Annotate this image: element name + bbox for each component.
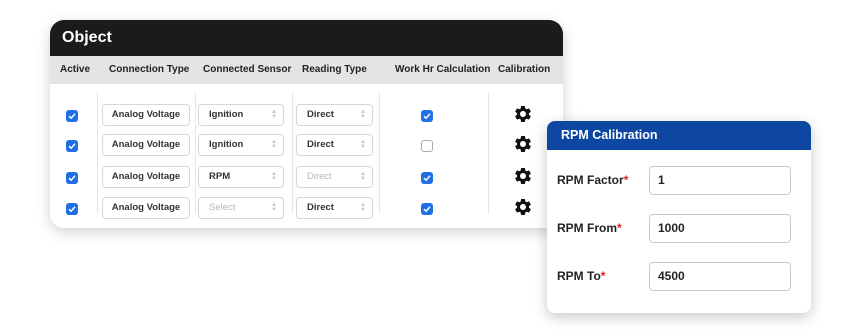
- select-arrows-icon: ▲ ▼: [271, 202, 277, 213]
- calibration-value-input[interactable]: 1: [649, 166, 791, 195]
- connection-type-value: Analog Voltage: [111, 109, 181, 120]
- field-label-text: RPM From: [557, 221, 617, 235]
- connection-type-select[interactable]: Analog Voltage: [102, 104, 190, 126]
- panel-title: Object: [50, 20, 563, 56]
- gear-icon[interactable]: [513, 166, 533, 186]
- field-label: RPM To*: [557, 269, 605, 283]
- connected-sensor-value: Select: [209, 202, 236, 213]
- field-label-text: RPM To: [557, 269, 601, 283]
- active-checkbox[interactable]: [66, 203, 78, 215]
- calibration-value-input[interactable]: 1000: [649, 214, 791, 243]
- required-mark: *: [617, 221, 622, 235]
- reading-type-select[interactable]: Direct ▲ ▼: [296, 134, 373, 156]
- col-connected-sensor: Connected Sensor: [203, 64, 292, 75]
- connected-sensor-select[interactable]: Ignition ▲ ▼: [198, 134, 284, 156]
- reading-type-select[interactable]: Direct ▲ ▼: [296, 166, 373, 188]
- connected-sensor-value: RPM: [209, 171, 231, 182]
- select-arrows-icon: ▲ ▼: [360, 109, 366, 120]
- active-checkbox[interactable]: [66, 140, 78, 152]
- select-arrows-icon: ▲ ▼: [271, 139, 277, 150]
- field-label-text: RPM Factor: [557, 173, 624, 187]
- connected-sensor-select[interactable]: Select ▲ ▼: [198, 197, 284, 219]
- select-arrows-icon: ▲ ▼: [271, 109, 277, 120]
- field-label: RPM Factor*: [557, 173, 628, 187]
- connection-type-select[interactable]: Analog Voltage: [102, 166, 190, 188]
- rpm-calibration-dialog: RPM Calibration RPM Factor* 1 RPM From* 100…: [547, 121, 811, 313]
- reading-type-value: Direct: [307, 109, 334, 120]
- reading-type-select[interactable]: Direct ▲ ▼: [296, 104, 373, 126]
- col-calibration: Calibration: [498, 64, 551, 75]
- select-arrows-icon: ▲ ▼: [360, 202, 366, 213]
- table-row: Analog Voltage Ignition ▲ ▼ Direct ▲ ▼: [50, 104, 563, 128]
- reading-type-value: Direct: [307, 139, 334, 150]
- connection-type-select[interactable]: Analog Voltage: [102, 197, 190, 219]
- col-work-hr-calculation: Work Hr Calculation: [395, 64, 491, 75]
- connected-sensor-value: Ignition: [209, 109, 244, 120]
- connection-type-value: Analog Voltage: [111, 139, 181, 150]
- work-hr-checkbox[interactable]: [421, 203, 433, 215]
- connected-sensor-value: Ignition: [209, 139, 244, 150]
- table-row: Analog Voltage Select ▲ ▼ Direct ▲ ▼: [50, 197, 563, 221]
- work-hr-checkbox[interactable]: [421, 110, 433, 122]
- connected-sensor-select[interactable]: RPM ▲ ▼: [198, 166, 284, 188]
- connection-type-value: Analog Voltage: [111, 171, 181, 182]
- reading-type-value: Direct: [307, 171, 332, 182]
- connected-sensor-select[interactable]: Ignition ▲ ▼: [198, 104, 284, 126]
- dialog-title: RPM Calibration: [547, 121, 811, 150]
- select-arrows-icon: ▲ ▼: [360, 139, 366, 150]
- field-label: RPM From*: [557, 221, 622, 235]
- col-active: Active: [60, 64, 91, 75]
- active-checkbox[interactable]: [66, 110, 78, 122]
- col-connection-type: Connection Type: [109, 64, 190, 75]
- table-row: Analog Voltage RPM ▲ ▼ Direct ▲ ▼: [50, 166, 563, 190]
- table-header: Active Connection Type Connected Sensor …: [50, 56, 563, 84]
- required-mark: *: [623, 173, 629, 187]
- gear-icon[interactable]: [513, 197, 533, 217]
- connection-type-select[interactable]: Analog Voltage: [102, 134, 190, 156]
- reading-type-value: Direct: [307, 202, 334, 213]
- active-checkbox[interactable]: [66, 172, 78, 184]
- select-arrows-icon: ▲ ▼: [271, 171, 277, 182]
- gear-icon[interactable]: [513, 134, 533, 154]
- select-arrows-icon: ▲ ▼: [360, 171, 366, 182]
- work-hr-checkbox[interactable]: [421, 140, 433, 152]
- table-row: Analog Voltage Ignition ▲ ▼ Direct ▲ ▼: [50, 134, 563, 158]
- calibration-value-input[interactable]: 4500: [649, 262, 791, 291]
- work-hr-checkbox[interactable]: [421, 172, 433, 184]
- gear-icon[interactable]: [513, 104, 533, 124]
- object-panel: Object Active Connection Type Connected …: [50, 20, 563, 228]
- required-mark: *: [600, 269, 606, 283]
- connection-type-value: Analog Voltage: [111, 202, 181, 213]
- col-reading-type: Reading Type: [302, 64, 367, 75]
- reading-type-select[interactable]: Direct ▲ ▼: [296, 197, 373, 219]
